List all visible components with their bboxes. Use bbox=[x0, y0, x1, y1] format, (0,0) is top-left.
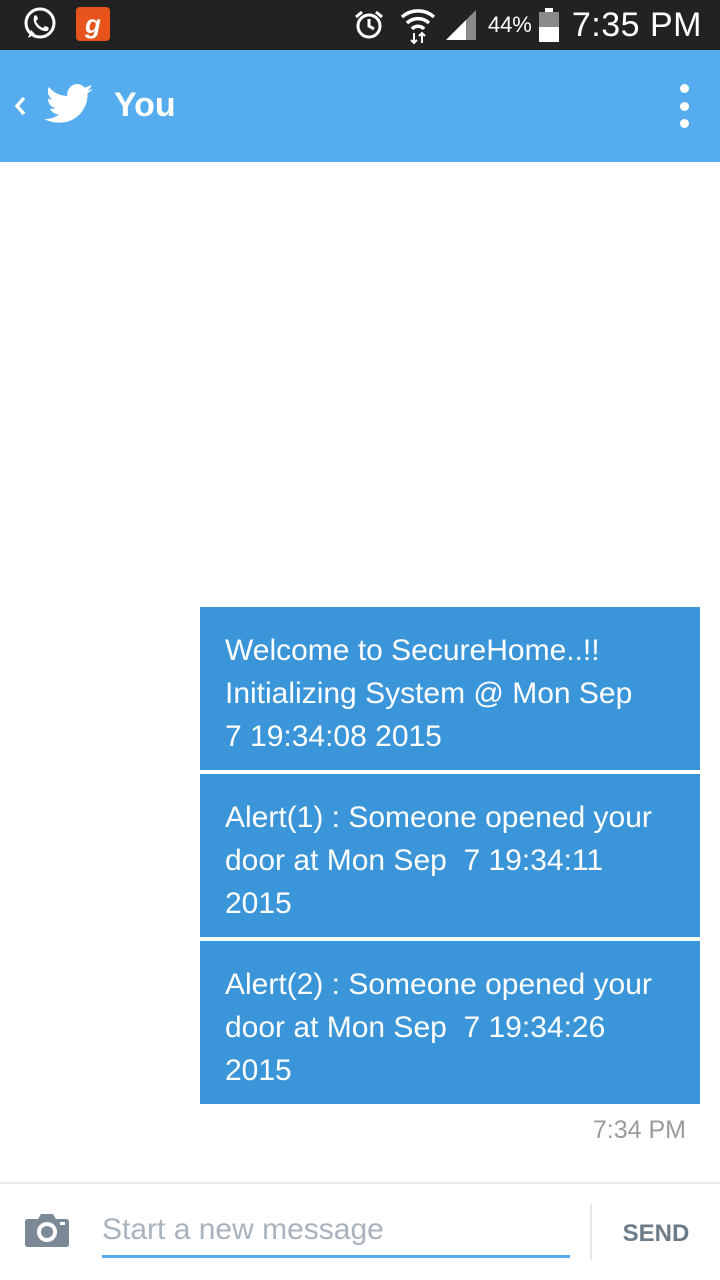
compose-divider bbox=[0, 1182, 720, 1184]
battery-icon bbox=[538, 8, 559, 42]
send-button[interactable]: SEND bbox=[604, 1214, 708, 1254]
app-bar: You bbox=[0, 50, 720, 162]
send-divider bbox=[590, 1204, 592, 1260]
gaana-letter: g bbox=[85, 9, 101, 39]
overflow-menu-button[interactable] bbox=[668, 80, 700, 132]
system-icons: 44% 7:35 PM bbox=[352, 0, 702, 50]
back-chevron-icon bbox=[14, 96, 26, 116]
overflow-menu-icon-dot bbox=[679, 119, 689, 128]
wifi-icon bbox=[400, 9, 435, 45]
notification-icons: g bbox=[22, 6, 110, 42]
camera-button[interactable] bbox=[24, 1212, 70, 1253]
conversation-title: You bbox=[114, 86, 176, 124]
twitter-bird-icon bbox=[44, 84, 94, 123]
status-time: 7:35 PM bbox=[571, 5, 702, 44]
signal-icon bbox=[445, 10, 476, 40]
gaana-icon: g bbox=[76, 7, 110, 41]
overflow-menu-icon bbox=[679, 84, 689, 93]
alarm-icon bbox=[354, 10, 383, 39]
message-timestamp: 7:34 PM bbox=[592, 1116, 686, 1144]
camera-icon bbox=[25, 1214, 69, 1247]
status-bar: g 44% 7:35 PM bbox=[0, 0, 720, 50]
message-bubble[interactable]: Alert(1) : Someone opened your door at M… bbox=[200, 774, 700, 937]
back-button[interactable] bbox=[8, 86, 32, 126]
message-bubble[interactable]: Alert(2) : Someone opened your door at M… bbox=[200, 941, 700, 1104]
battery-percent: 44% bbox=[487, 12, 532, 37]
screen: g 44% 7:35 PM You Welcome to SecureHome.… bbox=[0, 0, 720, 1280]
message-input[interactable] bbox=[102, 1206, 570, 1254]
overflow-menu-icon-dot bbox=[679, 101, 689, 111]
whatsapp-icon bbox=[24, 7, 56, 39]
message-bubble[interactable]: Welcome to SecureHome..!! Initializing S… bbox=[200, 607, 700, 770]
input-underline bbox=[102, 1255, 570, 1258]
